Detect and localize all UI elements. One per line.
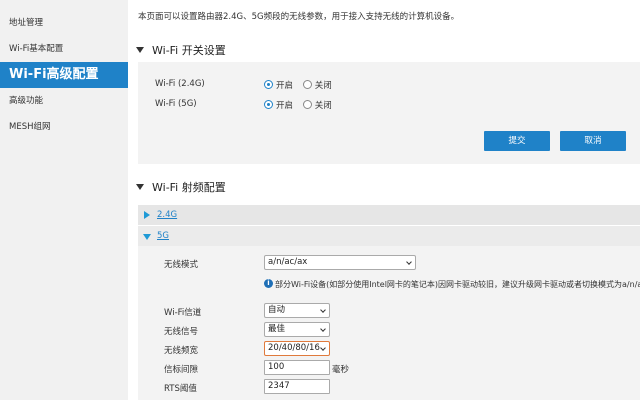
radio-unchecked-icon[interactable] bbox=[302, 100, 312, 109]
signal-label: 无线信号 bbox=[164, 327, 199, 337]
chevron-down-icon bbox=[320, 345, 326, 351]
radio-label: 开启 bbox=[276, 101, 294, 111]
section-title: Wi-Fi 开关设置 bbox=[152, 44, 226, 57]
mode-select[interactable]: a/n/ac/ax bbox=[264, 255, 416, 270]
sidebar: 上网设置 地址管理 Wi-Fi基本配置 Wi-Fi高级配置 高级功能 MESH组… bbox=[0, 0, 128, 400]
sidebar-item-advanced-features[interactable]: 高级功能 bbox=[0, 88, 128, 114]
beacon-input[interactable]: 100 bbox=[264, 360, 330, 375]
band-label[interactable]: 5G bbox=[157, 226, 169, 246]
channel-label: Wi-Fi信道 bbox=[164, 308, 202, 318]
rts-input[interactable]: 2347 bbox=[264, 379, 330, 394]
radio-checked-icon[interactable] bbox=[264, 80, 273, 89]
collapse-triangle-icon bbox=[136, 184, 144, 190]
select-value: 最佳 bbox=[268, 324, 286, 334]
wifi-24g-on-option[interactable]: 开启 bbox=[264, 80, 294, 91]
beacon-unit: 毫秒 bbox=[332, 365, 350, 375]
wifi-switch-panel: Wi-Fi (2.4G) 开启 关闭 Wi-Fi (5G) 开启 关闭 提交 取… bbox=[138, 62, 640, 164]
wifi-5g-radio-group: 开启 关闭 bbox=[264, 99, 339, 111]
wifi-24g-label: Wi-Fi (2.4G) bbox=[155, 79, 205, 89]
sidebar-item-internet-settings[interactable]: 上网设置 bbox=[0, 0, 128, 10]
wifi-24g-radio-group: 开启 关闭 bbox=[264, 79, 339, 91]
radio-label: 关闭 bbox=[314, 81, 332, 91]
band-header-24g[interactable]: 2.4G bbox=[138, 205, 640, 225]
sidebar-item-wifi-basic[interactable]: Wi-Fi基本配置 bbox=[0, 36, 128, 62]
collapse-triangle-icon bbox=[143, 234, 151, 240]
wifi-5g-label: Wi-Fi (5G) bbox=[155, 99, 197, 109]
radio-label: 开启 bbox=[276, 81, 294, 91]
bandwidth-select[interactable]: 20/40/80/160MHz bbox=[264, 341, 330, 356]
radio-label: 关闭 bbox=[314, 101, 332, 111]
page-description: 本页面可以设置路由器2.4G、5G频段的无线参数，用于接入支持无线的计算机设备。 bbox=[138, 12, 460, 22]
section-title: Wi-Fi 射频配置 bbox=[152, 181, 226, 194]
chevron-down-icon bbox=[320, 307, 326, 313]
rts-label: RTS阈值 bbox=[164, 384, 197, 394]
chevron-down-icon bbox=[406, 259, 412, 265]
band-header-5g[interactable]: 5G bbox=[138, 226, 640, 246]
mode-label: 无线模式 bbox=[164, 260, 199, 270]
band-label[interactable]: 2.4G bbox=[157, 205, 177, 225]
info-text: 部分Wi-Fi设备(如部分使用Intel网卡的笔记本)因网卡驱动较旧，建议升级网… bbox=[275, 280, 640, 289]
bandwidth-label: 无线频宽 bbox=[164, 346, 199, 356]
info-icon: i bbox=[264, 279, 273, 288]
sidebar-item-wifi-advanced[interactable]: Wi-Fi高级配置 bbox=[0, 62, 128, 88]
expand-triangle-icon bbox=[144, 211, 150, 219]
radio-checked-icon[interactable] bbox=[264, 100, 273, 109]
wifi-24g-off-option[interactable]: 关闭 bbox=[302, 80, 332, 91]
band-5g-panel: 无线模式 a/n/ac/ax i 部分Wi-Fi设备(如部分使用Intel网卡的笔… bbox=[138, 246, 640, 400]
section-header-wifi-switch[interactable]: Wi-Fi 开关设置 bbox=[136, 42, 226, 58]
beacon-label: 信标间隙 bbox=[164, 365, 199, 375]
chevron-down-icon bbox=[320, 326, 326, 332]
collapse-triangle-icon bbox=[136, 47, 144, 53]
sidebar-item-mesh[interactable]: MESH组网 bbox=[0, 114, 128, 140]
sidebar-item-address-management[interactable]: 地址管理 bbox=[0, 10, 128, 36]
wifi-5g-off-option[interactable]: 关闭 bbox=[302, 100, 332, 111]
compat-info: i 部分Wi-Fi设备(如部分使用Intel网卡的笔记本)因网卡驱动较旧，建议升级… bbox=[264, 279, 640, 290]
signal-select[interactable]: 最佳 bbox=[264, 322, 330, 337]
channel-select[interactable]: 自动 bbox=[264, 303, 330, 318]
select-value: a/n/ac/ax bbox=[268, 257, 308, 267]
submit-button[interactable]: 提交 bbox=[484, 131, 550, 151]
select-value: 自动 bbox=[268, 305, 286, 315]
cancel-button[interactable]: 取消 bbox=[560, 131, 626, 151]
wifi-5g-on-option[interactable]: 开启 bbox=[264, 100, 294, 111]
select-value: 20/40/80/160MHz bbox=[268, 343, 320, 353]
main-content: 本页面可以设置路由器2.4G、5G频段的无线参数，用于接入支持无线的计算机设备。… bbox=[128, 0, 640, 400]
section-header-wifi-rf[interactable]: Wi-Fi 射频配置 bbox=[136, 179, 226, 195]
radio-unchecked-icon[interactable] bbox=[302, 80, 312, 89]
